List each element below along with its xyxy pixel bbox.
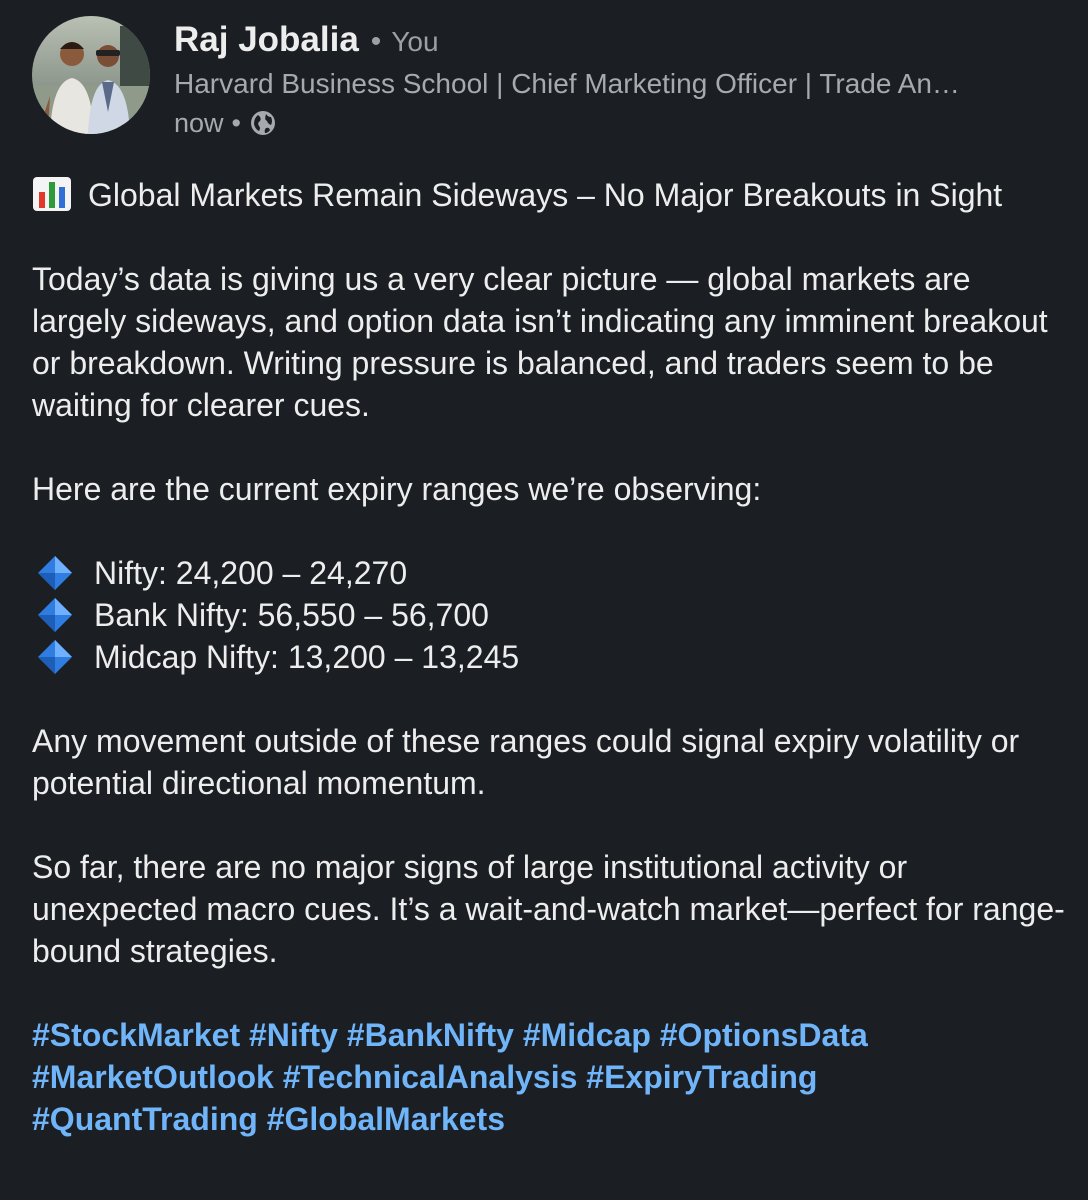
- name-row: Raj Jobalia • You: [174, 20, 1074, 66]
- range-item-nifty: Nifty: 24,200 – 24,270: [32, 552, 1072, 594]
- intro-paragraph: Today’s data is giving us a very clear p…: [32, 261, 1048, 423]
- outlook-paragraph: So far, there are no major signs of larg…: [32, 849, 1065, 969]
- blue-diamond-icon: [36, 596, 74, 634]
- range-item-bank-nifty: Bank Nifty: 56,550 – 56,700: [32, 594, 1072, 636]
- hashtag-link[interactable]: #BankNifty: [347, 1017, 514, 1053]
- author-meta: Raj Jobalia • You Harvard Business Schoo…: [174, 20, 1074, 142]
- post-time-row: now •: [174, 104, 1074, 142]
- post-title-line: Global Markets Remain Sideways – No Majo…: [32, 174, 1072, 216]
- movement-paragraph: Any movement outside of these ranges cou…: [32, 723, 1020, 801]
- range-text: Nifty: 24,200 – 24,270: [94, 555, 408, 591]
- hashtag-list: #StockMarket #Nifty #BankNifty #Midcap #…: [32, 1014, 1072, 1140]
- post-title: Global Markets Remain Sideways – No Majo…: [88, 177, 1003, 213]
- bar-chart-icon: [32, 176, 72, 212]
- range-text: Midcap Nifty: 13,200 – 13,245: [94, 639, 520, 675]
- hashtag-link[interactable]: #QuantTrading: [32, 1101, 258, 1137]
- author-headline: Harvard Business School | Chief Marketin…: [174, 68, 960, 99]
- hashtag-link[interactable]: #TechnicalAnalysis: [283, 1059, 578, 1095]
- blue-diamond-icon: [36, 554, 74, 592]
- hashtag-link[interactable]: #StockMarket: [32, 1017, 240, 1053]
- range-item-midcap-nifty: Midcap Nifty: 13,200 – 13,245: [32, 636, 1072, 678]
- blue-diamond-icon: [36, 638, 74, 676]
- hashtag-link[interactable]: #ExpiryTrading: [586, 1059, 817, 1095]
- separator-dot: •: [370, 25, 382, 58]
- post-header: Raj Jobalia • You Harvard Business Schoo…: [32, 16, 1072, 140]
- hashtag-link[interactable]: #Nifty: [249, 1017, 338, 1053]
- post-body: Global Markets Remain Sideways – No Majo…: [32, 174, 1072, 1140]
- hashtag-link[interactable]: #OptionsData: [660, 1017, 868, 1053]
- range-text: Bank Nifty: 56,550 – 56,700: [94, 597, 489, 633]
- post-time: now: [174, 107, 224, 138]
- globe-icon[interactable]: [249, 109, 277, 137]
- hashtag-link[interactable]: #Midcap: [523, 1017, 651, 1053]
- author-name[interactable]: Raj Jobalia: [174, 20, 359, 60]
- avatar[interactable]: [32, 16, 150, 134]
- author-relation: You: [391, 26, 439, 57]
- ranges-heading: Here are the current expiry ranges we’re…: [32, 471, 762, 507]
- hashtag-link[interactable]: #MarketOutlook: [32, 1059, 274, 1095]
- separator-dot: •: [231, 107, 241, 138]
- hashtag-link[interactable]: #GlobalMarkets: [267, 1101, 505, 1137]
